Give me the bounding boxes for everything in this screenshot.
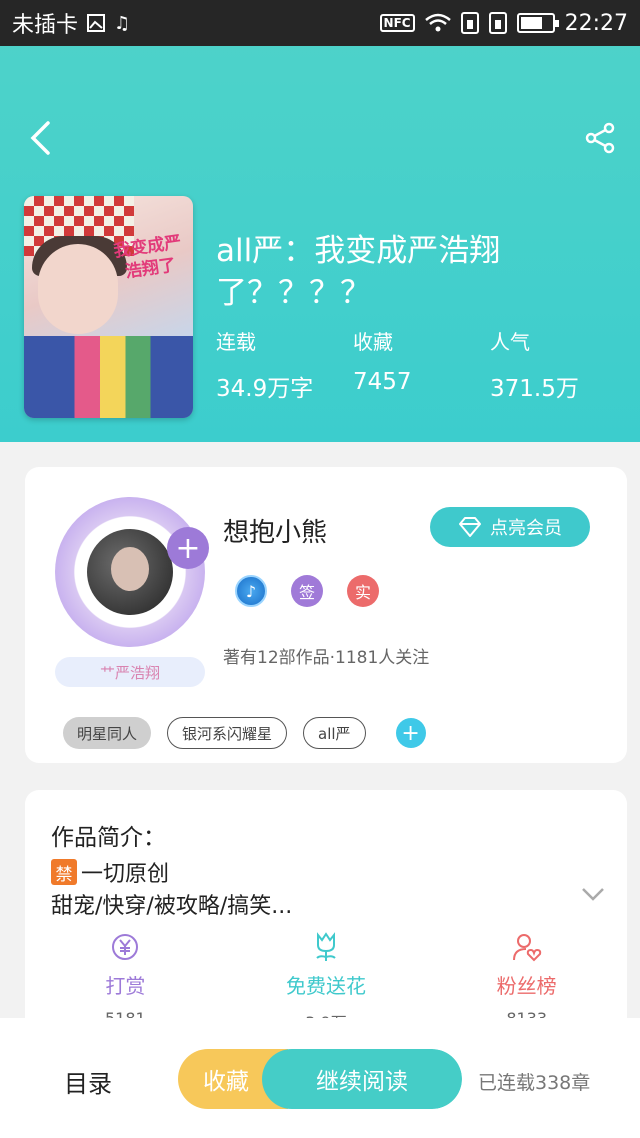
stat-value: 7457 bbox=[353, 369, 412, 395]
chevron-left-icon bbox=[30, 121, 50, 155]
avatar-photo bbox=[87, 529, 173, 615]
stat-label: 收藏 bbox=[353, 330, 393, 354]
book-stats: 连载 34.9万字 收藏 7457 人气 371.5万 bbox=[216, 326, 627, 403]
expand-intro-button[interactable] bbox=[581, 886, 605, 905]
ban-icon: 禁 bbox=[51, 859, 77, 885]
back-button[interactable] bbox=[20, 118, 60, 158]
author-name[interactable]: 想抱小熊 bbox=[223, 512, 327, 549]
stat-label: 连载 bbox=[216, 330, 256, 354]
yuan-icon bbox=[110, 930, 140, 964]
action-label: 免费送花 bbox=[286, 974, 366, 998]
tag-list: 明星同人 银河系闪耀星 all严 + bbox=[63, 717, 426, 749]
diamond-icon bbox=[459, 517, 481, 537]
cover-face bbox=[38, 244, 118, 334]
follow-plus-button[interactable]: + bbox=[167, 527, 209, 569]
book-cover[interactable]: 我变成严浩翔了 bbox=[24, 196, 193, 418]
tag-item[interactable]: 明星同人 bbox=[63, 717, 152, 749]
status-bar: 未插卡 ♫ NFC 22:27 bbox=[0, 0, 640, 46]
music-badge-icon[interactable]: ♪ bbox=[235, 575, 267, 607]
chevron-down-icon bbox=[582, 888, 604, 901]
stat-value: 34.9万字 bbox=[216, 376, 314, 402]
wifi-icon bbox=[424, 13, 451, 33]
stat-value: 371.5万 bbox=[490, 376, 579, 402]
author-card: + 艹严浩翔 想抱小熊 点亮会员 ♪ 签 实 著有12部作品·1181人关注 明… bbox=[25, 467, 627, 763]
action-label: 打赏 bbox=[105, 974, 146, 998]
intro-title: 作品简介： bbox=[51, 825, 166, 851]
cover-sweater bbox=[24, 336, 193, 418]
toc-button[interactable]: 目录 bbox=[64, 1064, 112, 1099]
signed-badge[interactable]: 签 bbox=[291, 575, 323, 607]
continue-reading-button[interactable]: 继续阅读 bbox=[262, 1049, 462, 1109]
stat-label: 人气 bbox=[490, 330, 530, 354]
battery-fill bbox=[520, 17, 542, 29]
avatar-head bbox=[111, 547, 149, 591]
verified-badge[interactable]: 实 bbox=[347, 575, 379, 607]
stat-serial: 连载 34.9万字 bbox=[216, 326, 353, 403]
vip-button-label: 点亮会员 bbox=[490, 518, 562, 539]
photo-icon bbox=[86, 13, 106, 33]
nfc-icon: NFC bbox=[379, 14, 415, 32]
chapter-count: 已连载338章 bbox=[478, 1072, 591, 1094]
carrier-label: 未插卡 bbox=[12, 13, 79, 38]
share-button[interactable] bbox=[580, 118, 620, 158]
avatar-tag: 艹严浩翔 bbox=[55, 657, 205, 687]
add-tag-button[interactable]: + bbox=[395, 718, 426, 748]
intro-line-1: 禁 一切原创 bbox=[51, 856, 169, 888]
stat-favorites: 收藏 7457 bbox=[353, 326, 490, 403]
tag-item[interactable]: all严 bbox=[303, 717, 366, 749]
sim-signal-1-icon bbox=[460, 12, 479, 34]
flower-icon bbox=[311, 930, 341, 964]
vip-button[interactable]: 点亮会员 bbox=[430, 507, 590, 547]
intro-line-2: 甜宠/快穿/被攻略/搞笑... bbox=[51, 894, 293, 919]
action-pill: 收藏 继续阅读 bbox=[178, 1049, 462, 1109]
author-info: 著有12部作品·1181人关注 bbox=[223, 648, 430, 668]
bottom-bar: 目录 收藏 继续阅读 已连载338章 bbox=[0, 1018, 640, 1138]
sim-signal-2-icon bbox=[488, 12, 507, 34]
book-title: all严：我变成严浩翔了？？？？ bbox=[216, 233, 501, 311]
action-label: 粉丝榜 bbox=[496, 974, 557, 998]
stat-popularity: 人气 371.5万 bbox=[490, 326, 627, 403]
share-icon bbox=[585, 122, 615, 154]
clock: 22:27 bbox=[564, 10, 628, 36]
cover-title-text: 我变成严浩翔了 bbox=[112, 232, 183, 283]
author-badges: ♪ 签 实 bbox=[235, 575, 379, 607]
intro-line-1-text: 一切原创 bbox=[81, 862, 170, 887]
music-note-icon: ♫ bbox=[114, 12, 131, 34]
author-avatar[interactable]: + 艹严浩翔 bbox=[55, 487, 215, 687]
fan-icon bbox=[512, 930, 542, 964]
battery-icon bbox=[516, 13, 559, 33]
tag-item[interactable]: 银河系闪耀星 bbox=[167, 717, 288, 749]
